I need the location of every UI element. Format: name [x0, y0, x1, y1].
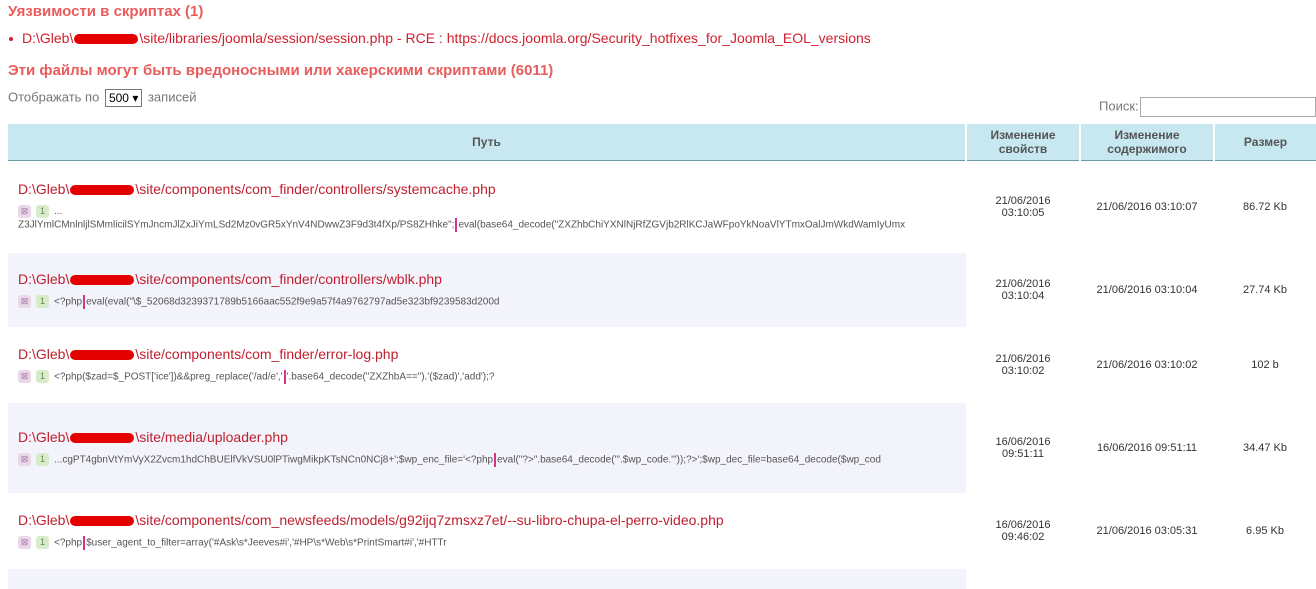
size-cell: 86.72 Kb — [1214, 160, 1316, 253]
column-header-path[interactable]: Путь — [8, 124, 966, 161]
table-header-row: Путь Изменение свойств Изменение содержи… — [8, 124, 1316, 161]
content-changed-cell: 21/06/2016 03:05:31 — [1080, 492, 1214, 569]
length-label-prefix: Отображать по — [8, 89, 100, 105]
table-row: D:\Gleb\ \site/components/com_finder/cont… — [8, 252, 1316, 327]
match-marker — [83, 294, 86, 309]
count-badge: 1 — [36, 295, 49, 308]
count-badge: 1 — [36, 205, 49, 219]
path-cell: D:\Gleb\ \site/components/com_newsfeeds/m… — [8, 492, 966, 569]
column-header-content-changed[interactable]: Изменение содержимого — [1079, 124, 1214, 161]
search-control: Поиск: — [1099, 97, 1316, 117]
search-input[interactable] — [1139, 97, 1316, 117]
column-header-props-changed[interactable]: Изменение свойств — [965, 124, 1080, 161]
props-changed-cell: 21/06/2016 03:10:04 — [995, 277, 1051, 302]
file-path-link[interactable]: D:\Gleb\ \site/components/com_finder/cont… — [18, 181, 956, 197]
content-changed-cell: 21/06/2016 03:10:07 — [1080, 160, 1214, 253]
table-row: D:\Gleb\ \site/components/com_newsfeeds/m… — [8, 492, 1316, 569]
redaction-mark — [70, 432, 135, 443]
file-path-link[interactable]: D:\Gleb\ \site/components/com_finder/cont… — [18, 271, 956, 287]
content-changed-cell: 21/06/2016 03:10:04 — [1096, 283, 1198, 296]
page-length-control: Отображать по 500 ▾ записей — [8, 89, 196, 107]
x-square-icon[interactable]: ⊠ — [18, 370, 31, 383]
content-changed-cell: 16/06/2016 09:51:11 — [1096, 441, 1198, 454]
redaction-mark — [70, 349, 135, 360]
size-cell: 6.95 Kb — [1214, 492, 1316, 569]
props-changed-cell: 16/06/2016 09:51:11 — [995, 435, 1051, 460]
code-snippet: ⊠ 1... Z3JlYmlCMnlnljlSMmlicilSYmJncmJlZx… — [18, 205, 906, 233]
x-square-icon[interactable]: ⊠ — [18, 295, 31, 308]
path-cell: D:\Gleb\ \site/components/com_finder/erro… — [8, 326, 966, 403]
suspicious-files-heading: Эти файлы могут быть вредоносными или ха… — [8, 62, 554, 79]
file-path-link[interactable]: D:\Gleb\ \site/components/com_newsfeeds/m… — [18, 512, 956, 528]
size-cell: 27.74 Kb — [1242, 283, 1288, 296]
match-marker — [283, 369, 286, 384]
vulnerabilities-heading: Уязвимости в скриптах (1) — [8, 3, 204, 20]
page-length-select[interactable]: 500 ▾ — [104, 89, 143, 107]
size-cell: 34.47 Kb — [1242, 441, 1288, 454]
code-snippet: ⊠ 1 <?php eval(eval("\$_52068d3239371789b51… — [18, 294, 956, 309]
x-square-icon[interactable]: ⊠ — [18, 453, 31, 466]
code-snippet: ⊠ 1 <?php $user_agent_to_filter=array('#Ask… — [18, 535, 956, 550]
vulnerability-list: D:\Gleb\ \site/libraries/joomla/session/s… — [8, 30, 871, 46]
x-square-icon[interactable]: ⊠ — [18, 205, 31, 219]
dropdown-arrow-icon: ▾ — [132, 91, 139, 105]
path-cell: D:\Gleb\ \site/components/com_finder/cont… — [8, 160, 966, 253]
search-label: Поиск: — [1099, 98, 1139, 114]
page-length-value: 500 — [108, 91, 129, 105]
path-cell: D:\Gleb\ \site/components/com_finder/cont… — [8, 252, 966, 327]
files-table: Путь Изменение свойств Изменение содержи… — [8, 124, 1316, 589]
redaction-mark — [70, 274, 135, 285]
table-row: D:\Gleb\ \site/components/com_finder/cont… — [8, 160, 1316, 253]
x-square-icon[interactable]: ⊠ — [18, 536, 31, 549]
table-row: D:\Gleb\ \site/components/com_finder/erro… — [8, 326, 1316, 403]
content-changed-cell: 21/06/2016 03:10:02 — [1080, 326, 1214, 403]
file-path-link[interactable]: D:\Gleb\ \site/media/uploader.php — [18, 429, 956, 445]
table-row: D:\Gleb\ \site/media/uploader.php ⊠ 1 ...cg… — [8, 402, 1316, 493]
count-badge: 1 — [36, 536, 49, 549]
props-changed-cell: 21/06/2016 03:10:05 — [966, 160, 1080, 253]
redaction-mark — [70, 185, 135, 196]
count-badge: 1 — [36, 453, 49, 466]
path-cell: D:\Gleb\ \site/media/uploader.php ⊠ 1 ...cg… — [8, 402, 966, 493]
code-snippet: ⊠ 1 <?php($zad=$_POST['ice'])&&preg_replac… — [18, 369, 956, 384]
redaction-mark — [70, 515, 135, 526]
vuln-path-prefix: D:\Gleb\ — [22, 30, 74, 46]
size-cell: 102 b — [1214, 326, 1316, 403]
redaction-mark — [74, 34, 139, 45]
path-cell — [8, 568, 966, 589]
props-changed-cell: 21/06/2016 03:10:02 — [966, 326, 1080, 403]
match-marker — [83, 535, 86, 550]
props-changed-cell: 16/06/2016 09:46:02 — [966, 492, 1080, 569]
code-snippet: ⊠ 1 ...cgPT4gbnVtYmVyX2Zvcm1hdChBUElfVkVSU… — [18, 452, 956, 467]
column-header-size[interactable]: Размер — [1213, 124, 1316, 161]
vuln-path-text: \site/libraries/joomla/session/session.p… — [139, 30, 871, 46]
match-marker — [494, 452, 497, 467]
length-label-suffix: записей — [147, 89, 197, 105]
table-row — [8, 568, 1316, 589]
count-badge: 1 — [36, 370, 49, 383]
file-path-link[interactable]: D:\Gleb\ \site/components/com_finder/erro… — [18, 346, 956, 362]
vulnerability-item: D:\Gleb\ \site/libraries/joomla/session/s… — [8, 30, 871, 46]
